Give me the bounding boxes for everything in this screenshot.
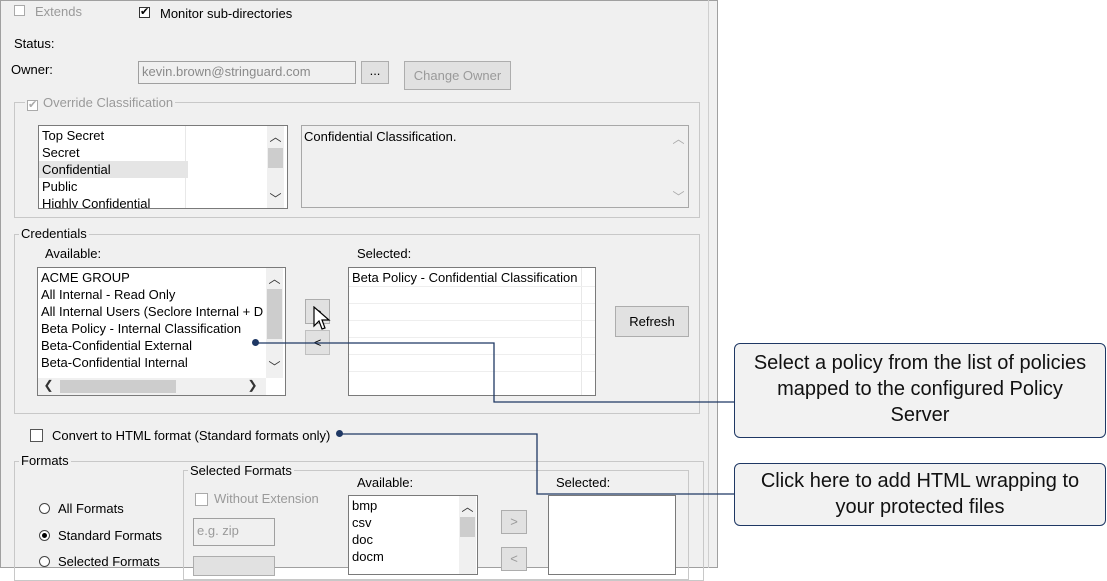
- html-callout: Click here to add HTML wrapping to your …: [734, 463, 1106, 526]
- policy-callout-text: Select a policy from the list of policie…: [753, 352, 1087, 426]
- policy-connector-line: [256, 342, 736, 403]
- html-connector-line: [340, 433, 736, 495]
- policy-callout: Select a policy from the list of policie…: [734, 343, 1106, 438]
- html-callout-text: Click here to add HTML wrapping to your …: [760, 470, 1080, 518]
- html-pointer-dot: [336, 430, 343, 437]
- policy-pointer-dot: [252, 339, 259, 346]
